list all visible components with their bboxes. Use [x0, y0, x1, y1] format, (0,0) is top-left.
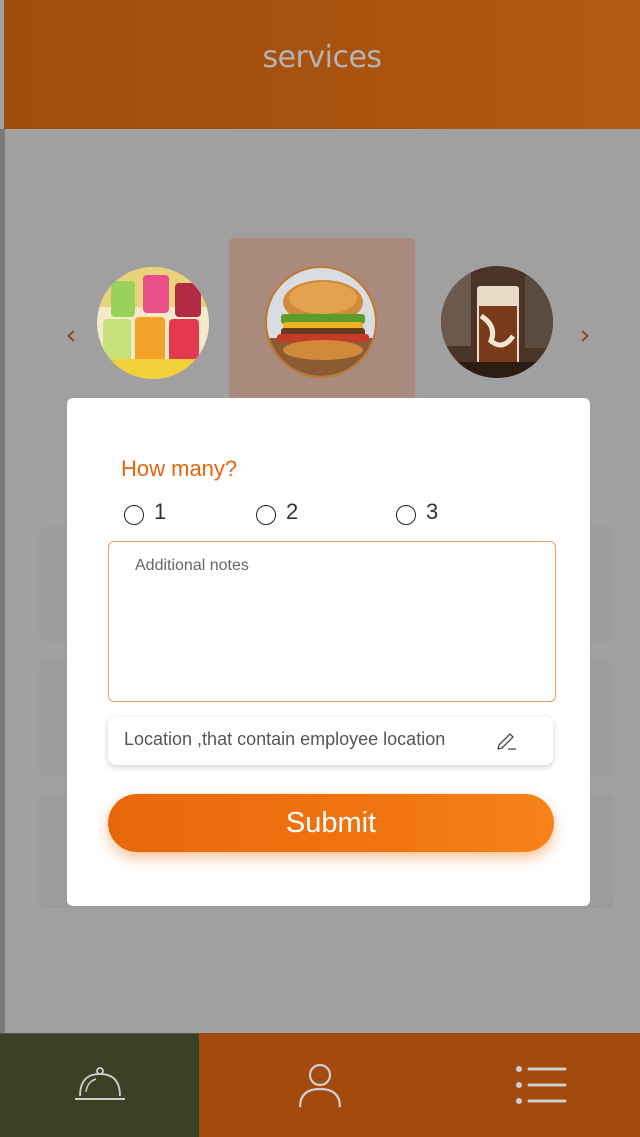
nav-item-services[interactable] — [0, 1033, 199, 1137]
quantity-option-1[interactable]: 1 — [124, 498, 166, 526]
location-field[interactable]: Location ,that contain employee location — [108, 717, 553, 765]
nav-item-profile[interactable] — [199, 1033, 441, 1137]
carousel-item-iced-coffee[interactable] — [441, 266, 553, 378]
list-icon — [515, 1066, 566, 1104]
quantity-option-3[interactable]: 3 — [396, 498, 438, 526]
notes-placeholder: Additional notes — [135, 557, 249, 574]
burger-image — [267, 268, 375, 376]
user-icon — [298, 1063, 342, 1108]
submit-button[interactable]: Submit — [108, 794, 554, 852]
option-label: 1 — [154, 499, 167, 524]
location-text: Location ,that contain employee location — [124, 729, 446, 749]
nav-item-menu[interactable] — [441, 1033, 640, 1137]
cloche-icon — [74, 1066, 125, 1100]
pencil-icon[interactable] — [494, 729, 520, 755]
additional-notes-textarea[interactable]: Additional notes — [108, 541, 556, 702]
app-header: services — [4, 0, 640, 129]
radio-button[interactable] — [396, 505, 416, 525]
carousel-item-burger[interactable] — [265, 266, 377, 378]
page-title: services — [262, 40, 382, 75]
radio-button[interactable] — [256, 505, 276, 525]
radio-button[interactable] — [124, 505, 144, 525]
left-edge — [0, 129, 5, 1033]
option-label: 3 — [426, 499, 439, 524]
iced-coffee-image — [441, 266, 553, 378]
chevron-right-icon[interactable]: › — [575, 320, 595, 350]
quantity-option-2[interactable]: 2 — [256, 498, 298, 526]
smoothies-image — [97, 267, 209, 379]
order-modal: How many? 1 2 3 Additional notes Locatio… — [67, 398, 590, 906]
quantity-question: How many? — [121, 456, 238, 481]
carousel-item-smoothies[interactable] — [97, 267, 209, 379]
chevron-left-icon[interactable]: ‹ — [61, 320, 81, 350]
option-label: 2 — [286, 499, 299, 524]
bottom-nav — [0, 1033, 640, 1137]
